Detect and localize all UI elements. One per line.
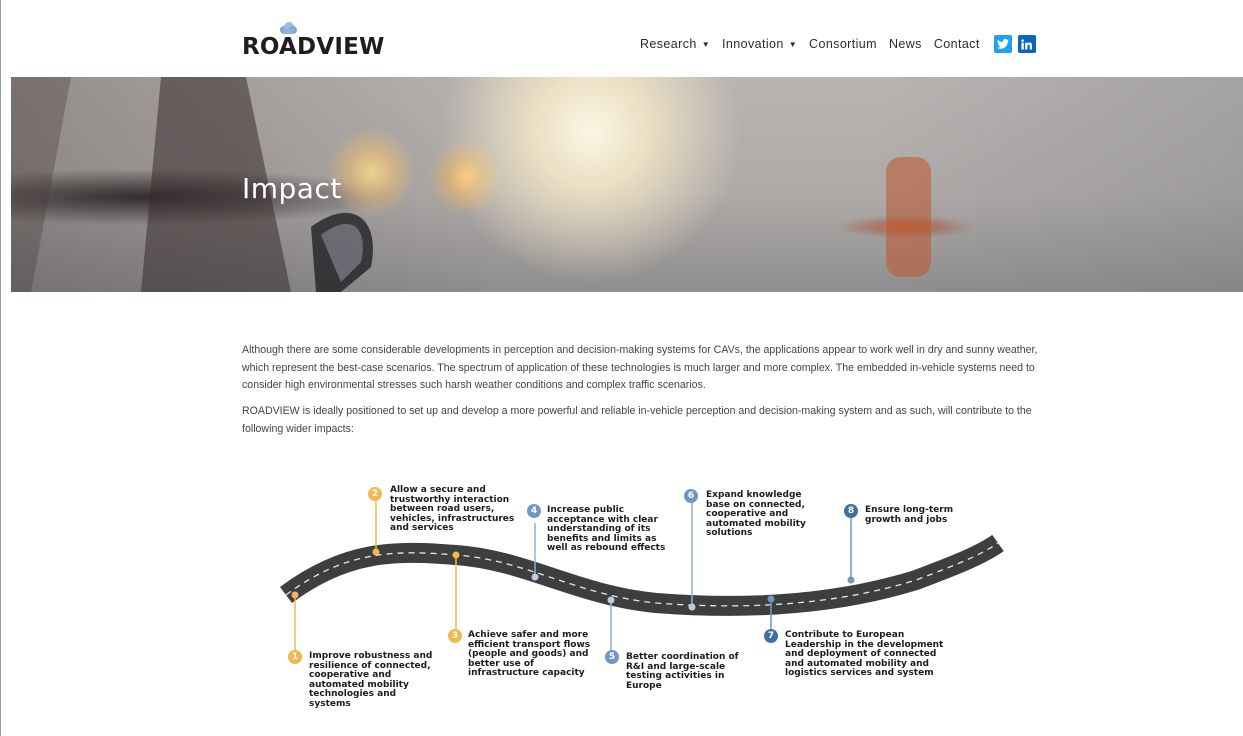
impact-roadmap: 1 Improve robustness and resilience of c… <box>276 455 1016 710</box>
milestone-text-7: Contribute to European Leadership in the… <box>785 630 944 678</box>
milestone-text-3: Achieve safer and more efficient transpo… <box>468 630 591 678</box>
nav-research[interactable]: Research ▼ <box>640 37 710 51</box>
nav-innovation[interactable]: Innovation ▼ <box>722 37 797 51</box>
milestone-badge-2: 2 <box>368 487 382 501</box>
milestone-text-5: Better coordination of R&I and large-sca… <box>626 652 739 691</box>
nav-news[interactable]: News <box>889 37 922 51</box>
caret-down-icon: ▼ <box>701 39 711 49</box>
nav-consortium-label: Consortium <box>809 37 877 51</box>
impact-paragraph: ROADVIEW is ideally positioned to set up… <box>242 405 1032 435</box>
milestone-text-8: Ensure long-term growth and jobs <box>865 505 954 525</box>
hero-banner: Impact <box>11 77 1243 292</box>
hero-background-image <box>11 77 931 292</box>
nav-news-label: News <box>888 37 922 51</box>
milestone-badge-5: 5 <box>605 650 619 664</box>
linkedin-glyph <box>1021 38 1033 50</box>
caret-down-icon: ▼ <box>788 39 798 49</box>
milestone-badge-6: 6 <box>684 489 698 503</box>
site-header: ROADVIEW Research ▼ Innovation ▼ Consort… <box>1 0 1243 76</box>
twitter-icon[interactable] <box>993 35 1012 53</box>
nav-innovation-label: Innovation <box>722 37 784 51</box>
milestone-badge-1: 1 <box>288 650 302 664</box>
nav-consortium[interactable]: Consortium <box>809 37 877 51</box>
intro-paragraph: Although there are some considerable dev… <box>242 344 1038 391</box>
milestone-text-2: Allow a secure and trustworthy interacti… <box>390 485 515 533</box>
nav-contact-label: Contact <box>933 37 980 51</box>
milestone-text-4: Increase public acceptance with clear un… <box>547 505 666 553</box>
main-nav: Research ▼ Innovation ▼ Consortium News … <box>640 35 1040 53</box>
twitter-bird-glyph <box>996 39 1009 49</box>
linkedin-icon[interactable] <box>1017 35 1036 53</box>
nav-contact[interactable]: Contact <box>934 37 980 51</box>
nav-research-label: Research <box>640 37 697 51</box>
milestone-text-6: Expand knowledge base on connected, coop… <box>706 490 806 538</box>
logo-text: ROADVIEW <box>242 34 385 60</box>
milestone-text-1: Improve robustness and resilience of con… <box>309 651 433 709</box>
milestone-badge-4: 4 <box>527 504 541 518</box>
milestone-badge-3: 3 <box>448 629 462 643</box>
page-title: Impact <box>242 172 342 205</box>
milestone-badge-7: 7 <box>764 629 778 643</box>
milestone-badge-8: 8 <box>844 504 858 518</box>
